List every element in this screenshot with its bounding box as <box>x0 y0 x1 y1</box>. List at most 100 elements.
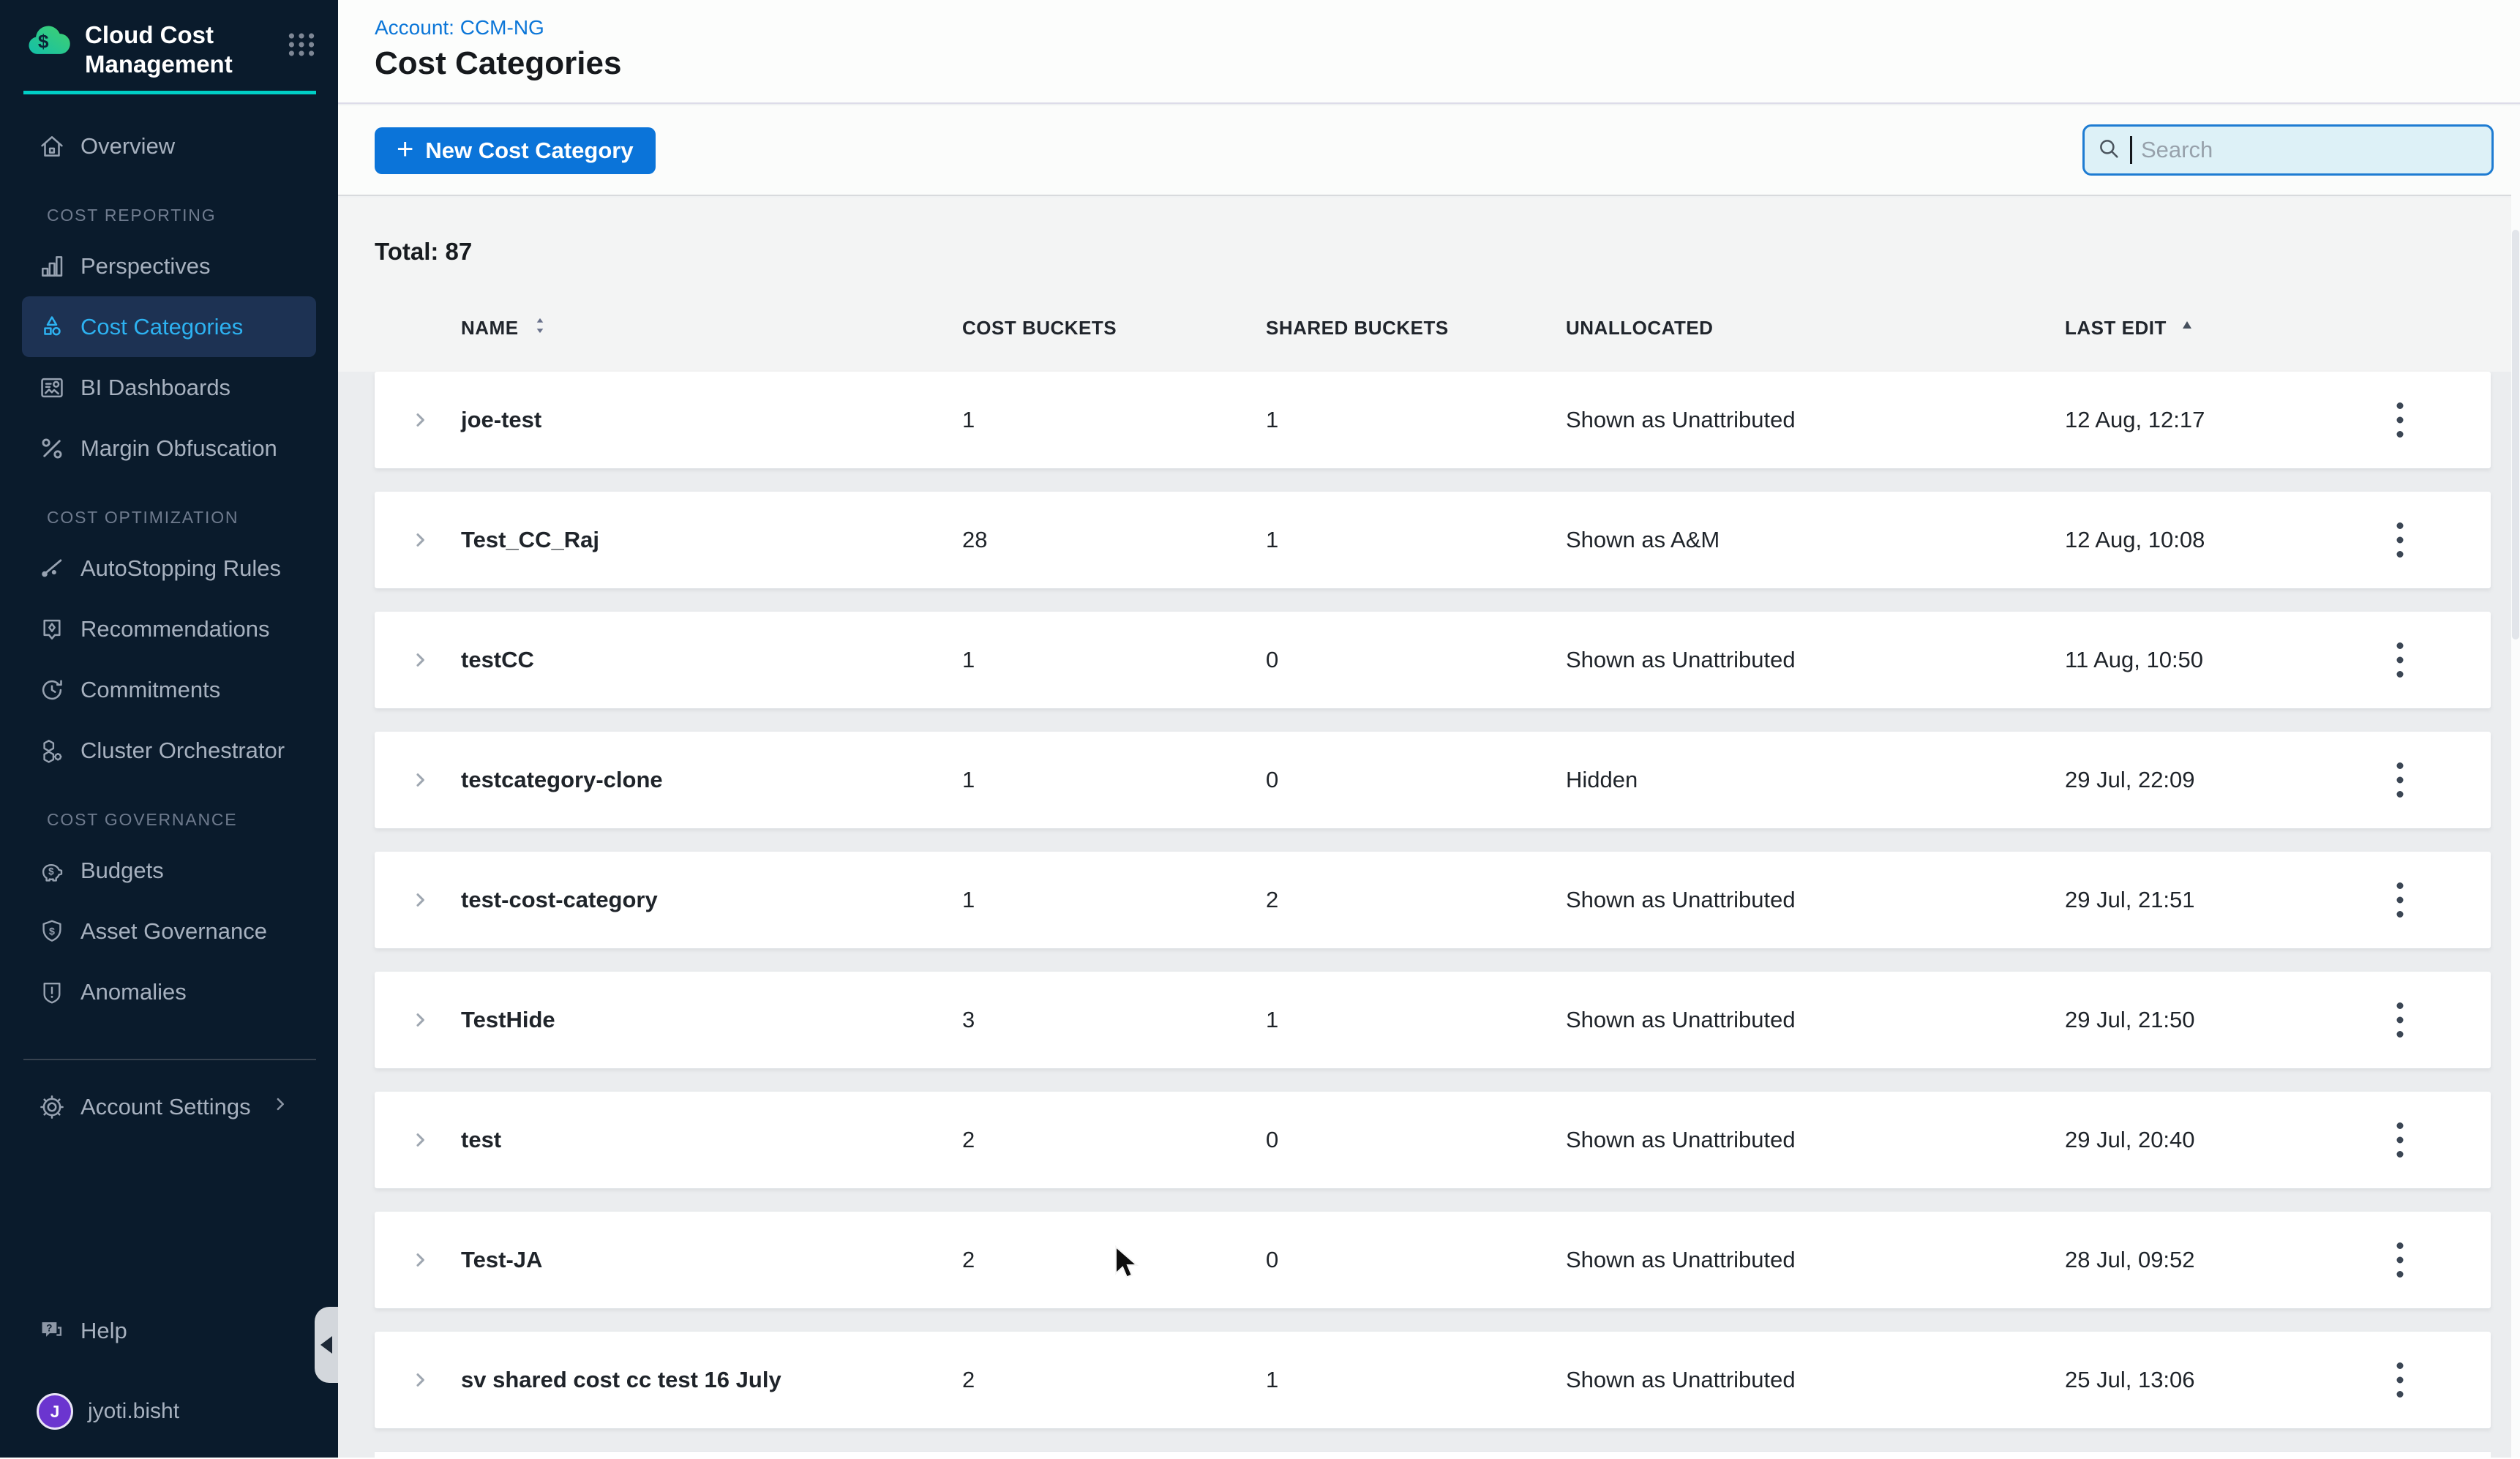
svg-text:$: $ <box>38 31 49 53</box>
row-expander-chevron-icon[interactable] <box>402 1002 439 1038</box>
slope-dots-icon <box>38 555 66 582</box>
breadcrumb-account-link[interactable]: Account: CCM-NG <box>375 16 544 40</box>
cost-buckets-value: 2 <box>962 1367 975 1393</box>
column-header-unallocated[interactable]: UNALLOCATED <box>1566 307 1713 348</box>
sidebar-item-commitments[interactable]: Commitments <box>22 659 316 720</box>
row-menu-kebab-icon[interactable] <box>2380 1114 2420 1166</box>
table-row[interactable]: Test_CC_Raj 28 1 Shown as A&M 12 Aug, 10… <box>375 492 2491 588</box>
shared-buckets-value: 1 <box>1266 527 1278 553</box>
hexagons-gear-icon <box>38 737 66 765</box>
sidebar-item-budgets[interactable]: $ Budgets <box>22 840 316 901</box>
sidebar-item-overview[interactable]: Overview <box>22 116 316 176</box>
unallocated-value: Shown as Unattributed <box>1566 647 1796 673</box>
new-cost-category-button[interactable]: + New Cost Category <box>375 127 656 174</box>
last-edit-value: 29 Jul, 22:09 <box>2065 767 2195 793</box>
unallocated-value: Hidden <box>1566 767 1638 793</box>
row-expander-chevron-icon[interactable] <box>402 882 439 918</box>
module-accent-rule <box>23 91 316 94</box>
sidebar-item-margin-obfuscation[interactable]: Margin Obfuscation <box>22 418 316 479</box>
table-row[interactable]: testCC 1 0 Shown as Unattributed 11 Aug,… <box>375 612 2491 708</box>
sidebar-item-label: Cost Categories <box>80 314 243 340</box>
app-header: $ Cloud Cost Management <box>0 0 338 79</box>
row-menu-kebab-icon[interactable] <box>2380 994 2420 1046</box>
table-section: Total: 87 NAME COST BUCKETS SHARED BUCKE… <box>338 198 2520 1458</box>
row-expander-chevron-icon[interactable] <box>402 1242 439 1278</box>
sidebar: $ Cloud Cost Management Overview COST RE… <box>0 0 338 1458</box>
table-row[interactable]: TestHide 3 1 Shown as Unattributed 29 Ju… <box>375 972 2491 1068</box>
row-menu-kebab-icon[interactable] <box>2380 874 2420 926</box>
last-edit-value: 12 Aug, 10:08 <box>2065 527 2205 553</box>
shared-buckets-value: 1 <box>1266 407 1278 433</box>
section-label-cost-optimization: COST OPTIMIZATION <box>47 508 338 528</box>
sidebar-item-bi-dashboards[interactable]: BI Dashboards <box>22 357 316 418</box>
search-icon <box>2096 136 2121 165</box>
dashboard-image-icon <box>38 374 66 402</box>
row-expander-chevron-icon[interactable] <box>402 1122 439 1158</box>
row-menu-kebab-icon[interactable] <box>2380 634 2420 686</box>
sidebar-item-account-settings[interactable]: Account Settings <box>22 1076 316 1137</box>
sidebar-item-autostopping-rules[interactable]: AutoStopping Rules <box>22 538 316 599</box>
table-header: NAME COST BUCKETS SHARED BUCKETS UNALLOC… <box>375 307 2491 348</box>
cost-buckets-value: 1 <box>962 767 975 793</box>
plus-icon: + <box>397 135 413 164</box>
sidebar-item-perspectives[interactable]: Perspectives <box>22 236 316 296</box>
module-switcher-grid-icon[interactable] <box>285 32 318 61</box>
sidebar-collapse-handle[interactable] <box>315 1307 338 1383</box>
row-expander-chevron-icon[interactable] <box>402 402 439 438</box>
sidebar-item-cost-categories[interactable]: Cost Categories <box>22 296 316 357</box>
sidebar-item-recommendations[interactable]: Recommendations <box>22 599 316 659</box>
cost-buckets-value: 2 <box>962 1127 975 1153</box>
gear-icon <box>38 1093 66 1121</box>
column-header-name[interactable]: NAME <box>461 307 550 348</box>
sidebar-item-label: Cluster Orchestrator <box>80 738 285 764</box>
row-menu-kebab-icon[interactable] <box>2380 394 2420 446</box>
table-row[interactable]: Test-JA 2 0 Shown as Unattributed 28 Jul… <box>375 1212 2491 1308</box>
last-edit-value: 28 Jul, 09:52 <box>2065 1247 2195 1273</box>
shared-buckets-value: 0 <box>1266 767 1278 793</box>
total-count: Total: 87 <box>375 238 472 266</box>
table-row[interactable]: test-cost-category 1 2 Shown as Unattrib… <box>375 852 2491 948</box>
row-menu-kebab-icon[interactable] <box>2380 1354 2420 1406</box>
table-row[interactable]: joe-test 1 1 Shown as Unattributed 12 Au… <box>375 372 2491 468</box>
column-header-cost-buckets[interactable]: COST BUCKETS <box>962 307 1117 348</box>
last-edit-value: 29 Jul, 20:40 <box>2065 1127 2195 1153</box>
table-row[interactable]: sv shared cost cc test 16 July 2 1 Shown… <box>375 1332 2491 1428</box>
main-content: Account: CCM-NG Cost Categories + New Co… <box>338 0 2520 1458</box>
row-expander-chevron-icon[interactable] <box>402 522 439 558</box>
svg-text:$: $ <box>48 866 54 877</box>
shared-buckets-value: 2 <box>1266 887 1278 913</box>
sidebar-item-asset-governance[interactable]: $ Asset Governance <box>22 901 316 961</box>
home-icon <box>38 132 66 160</box>
sidebar-item-cluster-orchestrator[interactable]: Cluster Orchestrator <box>22 720 316 781</box>
sidebar-item-label: Help <box>80 1318 127 1344</box>
scrollbar-thumb[interactable] <box>2512 230 2519 640</box>
cost-category-name: joe-test <box>461 407 541 433</box>
sidebar-item-label: Commitments <box>80 677 220 703</box>
row-menu-kebab-icon[interactable] <box>2380 1234 2420 1286</box>
search-box <box>2082 124 2494 176</box>
table-row[interactable]: testcategory-clone 1 0 Hidden 29 Jul, 22… <box>375 732 2491 828</box>
user-menu[interactable]: J jyoti.bisht <box>22 1379 316 1444</box>
bar-chart-icon <box>38 252 66 280</box>
row-menu-kebab-icon[interactable] <box>2380 754 2420 806</box>
last-edit-value: 11 Aug, 10:50 <box>2065 647 2203 673</box>
row-expander-chevron-icon[interactable] <box>402 642 439 678</box>
scrollbar-track <box>2511 105 2520 1458</box>
piggy-bank-icon: $ <box>38 857 66 885</box>
row-menu-kebab-icon[interactable] <box>2380 514 2420 566</box>
percent-icon <box>38 435 66 462</box>
sidebar-item-anomalies[interactable]: Anomalies <box>22 961 316 1022</box>
shared-buckets-value: 1 <box>1266 1007 1278 1033</box>
sparkle-tag-icon <box>38 615 66 643</box>
cost-buckets-value: 1 <box>962 647 975 673</box>
search-input[interactable] <box>2141 137 2480 163</box>
shield-alert-icon <box>38 978 66 1006</box>
row-expander-chevron-icon[interactable] <box>402 762 439 798</box>
column-header-shared-buckets[interactable]: SHARED BUCKETS <box>1266 307 1449 348</box>
column-header-last-edit[interactable]: LAST EDIT <box>2065 307 2196 348</box>
shield-dollar-icon: $ <box>38 918 66 945</box>
table-row[interactable]: test 2 0 Shown as Unattributed 29 Jul, 2… <box>375 1092 2491 1188</box>
unallocated-value: Shown as Unattributed <box>1566 407 1796 433</box>
row-expander-chevron-icon[interactable] <box>402 1362 439 1398</box>
sidebar-item-help[interactable]: ? Help <box>22 1300 316 1361</box>
